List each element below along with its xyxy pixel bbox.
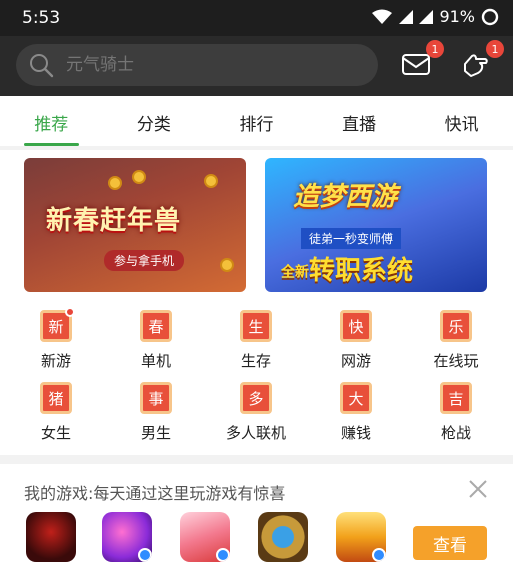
- view-button[interactable]: 查看: [413, 526, 487, 560]
- battery-ring-icon: [481, 8, 499, 25]
- close-icon[interactable]: [467, 478, 489, 500]
- category-label: 单机: [140, 352, 171, 370]
- category-online[interactable]: 快 网游: [306, 310, 406, 371]
- my-games-title: 我的游戏:每天通过这里玩游戏有惊喜: [24, 484, 286, 503]
- category-multiplayer[interactable]: 多 多人联机: [206, 382, 306, 443]
- game-icon-hearthstone[interactable]: [258, 512, 308, 562]
- category-icon-char: 猪: [48, 389, 64, 408]
- banner-tag: 全新: [281, 264, 309, 281]
- category-label: 男生: [140, 424, 171, 442]
- category-label: 在线玩: [433, 352, 479, 370]
- category-multiplayer-icon: 多: [240, 382, 272, 414]
- status-time: 5:53: [22, 8, 61, 28]
- coin-decoration: [132, 170, 146, 184]
- search-bar[interactable]: [16, 44, 378, 86]
- tab-ranking[interactable]: 排行: [205, 96, 308, 146]
- category-lucky-icon: 吉: [440, 382, 472, 414]
- category-new-games[interactable]: 新 新游: [6, 307, 106, 371]
- category-label: 赚钱: [340, 424, 371, 442]
- category-big-icon: 大: [340, 382, 372, 414]
- category-new-icon: 新: [40, 307, 75, 342]
- tab-recommend[interactable]: 推荐: [0, 96, 103, 146]
- category-label: 女生: [40, 424, 71, 442]
- category-icon-char: 新: [48, 317, 64, 336]
- battery-level: 91%: [439, 7, 475, 26]
- signal-4g-icon: [419, 9, 434, 24]
- top-header: 1 1: [0, 36, 513, 96]
- category-pig-icon: 猪: [40, 382, 72, 414]
- badge-icon: [372, 548, 386, 562]
- category-label: 生存: [240, 352, 271, 370]
- wifi-icon: [372, 9, 393, 24]
- category-label: 多人联机: [225, 424, 286, 442]
- banner-zaomeng[interactable]: 造梦西游 徒弟一秒变师傅 全新转职系统: [265, 158, 487, 292]
- category-play-online[interactable]: 乐 在线玩: [406, 310, 506, 371]
- my-games-panel: 我的游戏:每天通过这里玩游戏有惊喜 查看: [0, 464, 513, 585]
- coin-decoration: [220, 258, 234, 272]
- category-survival[interactable]: 生 生存: [206, 310, 306, 371]
- category-joy-icon: 乐: [440, 310, 472, 342]
- new-dot-badge: [65, 307, 75, 317]
- search-input[interactable]: [66, 55, 346, 75]
- tab-live[interactable]: 直播: [308, 96, 411, 146]
- search-icon: [30, 54, 54, 78]
- category-icon-char: 春: [148, 317, 164, 336]
- banner-new-year[interactable]: 新春赶年兽 参与拿手机: [24, 158, 246, 292]
- game-icon-anime[interactable]: [180, 512, 230, 562]
- banner-title: 新春赶年兽: [46, 206, 182, 236]
- category-icon-char: 吉: [448, 389, 464, 408]
- category-label: 枪战: [440, 424, 471, 442]
- banner-title: 造梦西游: [293, 182, 398, 212]
- coin-decoration: [204, 174, 218, 188]
- banner-subtitle: 徒弟一秒变师傅: [301, 228, 402, 249]
- messages-button[interactable]: 1: [398, 40, 444, 84]
- category-icon-char: 乐: [448, 317, 464, 336]
- badge-icon: [216, 548, 230, 562]
- category-icon-char: 多: [248, 389, 264, 408]
- tab-category[interactable]: 分类: [103, 96, 206, 146]
- recommend-content: 新春赶年兽 参与拿手机 造梦西游 徒弟一秒变师傅 全新转职系统 新 新游 春 单…: [0, 150, 513, 455]
- category-matter-icon: 事: [140, 382, 172, 414]
- tab-news[interactable]: 快讯: [410, 96, 513, 146]
- banner-headline: 全新转职系统: [281, 250, 413, 287]
- signal-icon: [399, 9, 414, 24]
- banner-headline-text: 转职系统: [309, 256, 414, 286]
- gifts-badge: 1: [486, 40, 504, 58]
- coin-decoration: [108, 176, 122, 190]
- game-icon-naruto[interactable]: [336, 512, 386, 562]
- status-bar: 5:53 91%: [0, 0, 513, 36]
- category-single-player[interactable]: 春 单机: [106, 310, 206, 371]
- banner-button: 参与拿手机: [104, 250, 185, 271]
- category-icon-char: 快: [348, 317, 364, 336]
- category-label: 网游: [340, 352, 371, 370]
- category-girls[interactable]: 猪 女生: [6, 382, 106, 443]
- game-icon-sha[interactable]: [26, 512, 76, 562]
- category-label: 新游: [40, 352, 71, 370]
- category-icon-char: 事: [148, 389, 164, 408]
- category-icon-char: 大: [348, 389, 364, 408]
- status-icons: 91%: [371, 7, 499, 26]
- messages-badge: 1: [426, 40, 444, 58]
- badge-icon: [138, 548, 152, 562]
- category-fast-icon: 快: [340, 310, 372, 342]
- main-tabs: 推荐 分类 排行 直播 快讯: [0, 96, 513, 146]
- category-earn-money[interactable]: 大 赚钱: [306, 382, 406, 443]
- gifts-button[interactable]: 1: [458, 40, 504, 84]
- category-boys[interactable]: 事 男生: [106, 382, 206, 443]
- category-icon-char: 生: [248, 317, 264, 336]
- category-spring-icon: 春: [140, 310, 172, 342]
- game-icon-music[interactable]: [102, 512, 152, 562]
- category-survival-icon: 生: [240, 310, 272, 342]
- category-shooting[interactable]: 吉 枪战: [406, 382, 506, 443]
